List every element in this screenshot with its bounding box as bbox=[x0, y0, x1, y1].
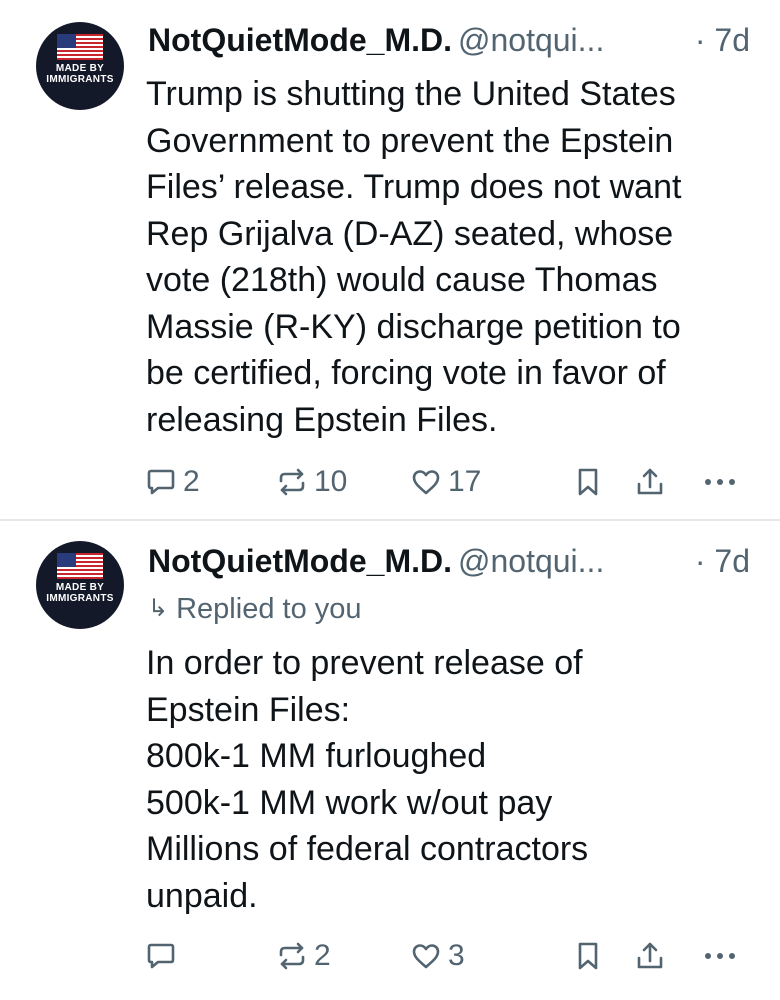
post-body-line: Rep Grijalva (D-AZ) seated, whose bbox=[146, 214, 674, 253]
reply-button[interactable]: 2 bbox=[145, 460, 200, 504]
post-body-line: Trump is shutting the United States bbox=[146, 75, 676, 113]
timestamp[interactable]: · 7d bbox=[695, 541, 750, 581]
like-button[interactable]: 3 bbox=[410, 934, 465, 978]
like-button[interactable]: 17 bbox=[410, 460, 481, 504]
speech-bubble-icon bbox=[147, 469, 175, 495]
avatar-text: IMMIGRANTS bbox=[46, 593, 114, 604]
avatar-text: MADE BY bbox=[55, 63, 105, 74]
repost-button[interactable]: 10 bbox=[276, 460, 347, 504]
repost-count: 10 bbox=[314, 465, 348, 498]
us-flag-icon bbox=[57, 553, 103, 579]
avatar[interactable]: MADE BY IMMIGRANTS bbox=[36, 22, 124, 110]
action-bar: 2 3 bbox=[0, 934, 780, 978]
more-options-button[interactable] bbox=[700, 934, 740, 978]
handle[interactable]: @notqui... bbox=[458, 22, 604, 58]
avatar-text: IMMIGRANTS bbox=[46, 74, 114, 85]
share-upload-icon bbox=[637, 468, 663, 495]
timestamp[interactable]: · 7d bbox=[695, 20, 750, 60]
avatar-text: MADE BY bbox=[55, 582, 105, 593]
post-body-line: releasing Epstein Files. bbox=[146, 400, 498, 439]
display-name[interactable]: NotQuietMode_M.D. bbox=[148, 22, 452, 58]
post[interactable]: MADE BY IMMIGRANTS NotQuietMode_M.D. @not… bbox=[0, 521, 780, 1000]
post-body-line: unpaid. bbox=[146, 876, 258, 915]
share-upload-icon bbox=[637, 942, 663, 969]
post-body-line: be certified, forcing vote in favor of bbox=[146, 354, 666, 392]
post-body-line: Millions of federal contractors bbox=[146, 830, 589, 868]
display-name[interactable]: NotQuietMode_M.D. bbox=[148, 543, 452, 579]
post-header: NotQuietMode_M.D. @notqui... · 7d bbox=[148, 541, 750, 581]
heart-icon bbox=[412, 470, 440, 495]
speech-bubble-icon bbox=[147, 943, 175, 969]
post-body-line: Epstein Files: bbox=[146, 690, 351, 729]
post-header: NotQuietMode_M.D. @notqui... · 7d bbox=[148, 20, 750, 60]
repost-count: 2 bbox=[314, 939, 331, 972]
share-button[interactable] bbox=[634, 934, 666, 978]
more-options-button[interactable] bbox=[700, 460, 740, 504]
post-body: In order to prevent release of Epstein F… bbox=[146, 640, 758, 919]
ellipsis-icon bbox=[705, 953, 735, 959]
post-body-line: Massie (R-KY) discharge petition to bbox=[146, 307, 681, 346]
reply-arrow-icon: ↳ bbox=[148, 595, 169, 622]
bookmark-button[interactable] bbox=[572, 460, 604, 504]
post-body-line: vote (218th) would cause Thomas bbox=[146, 261, 658, 299]
share-button[interactable] bbox=[634, 460, 666, 504]
bookmark-icon bbox=[578, 468, 598, 496]
like-count: 3 bbox=[448, 939, 465, 972]
action-bar: 2 10 17 bbox=[0, 460, 780, 504]
post-body: Trump is shutting the United States Gove… bbox=[146, 71, 758, 443]
bookmark-button[interactable] bbox=[572, 934, 604, 978]
bookmark-icon bbox=[578, 942, 598, 970]
avatar[interactable]: MADE BY IMMIGRANTS bbox=[36, 541, 124, 629]
us-flag-icon bbox=[57, 34, 103, 60]
post-body-line: 500k-1 MM work w/out pay bbox=[146, 783, 553, 822]
ellipsis-icon bbox=[705, 479, 735, 485]
reply-count: 2 bbox=[183, 465, 200, 498]
repost-arrows-icon bbox=[279, 468, 305, 496]
post[interactable]: MADE BY IMMIGRANTS NotQuietMode_M.D. @not… bbox=[0, 0, 780, 520]
repost-arrows-icon bbox=[279, 942, 305, 970]
reply-context-text: Replied to you bbox=[176, 593, 362, 625]
repost-button[interactable]: 2 bbox=[276, 934, 331, 978]
post-body-line: Government to prevent the Epstein bbox=[146, 121, 674, 160]
like-count: 17 bbox=[448, 465, 482, 498]
post-body-line: 800k-1 MM furloughed bbox=[146, 737, 487, 775]
post-body-line: In order to prevent release of bbox=[146, 644, 583, 682]
reply-button[interactable] bbox=[145, 934, 183, 978]
reply-context[interactable]: ↳ Replied to you bbox=[148, 591, 362, 627]
handle[interactable]: @notqui... bbox=[458, 543, 604, 579]
heart-icon bbox=[412, 944, 440, 969]
post-body-line: Files’ release. Trump does not want bbox=[146, 168, 682, 206]
